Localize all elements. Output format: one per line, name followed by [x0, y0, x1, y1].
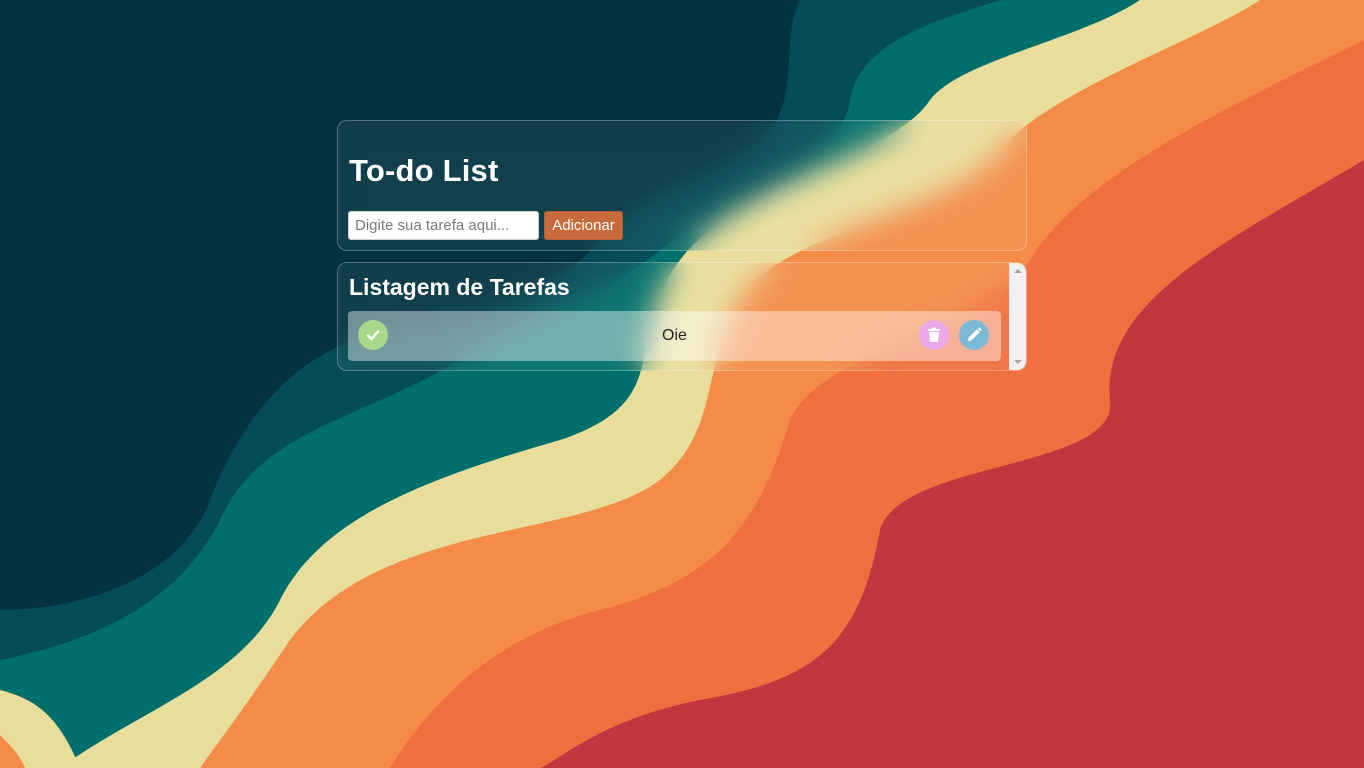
add-task-button[interactable]: Adicionar: [544, 211, 623, 240]
task-item: Oie: [348, 311, 1001, 361]
page-title: To-do List: [349, 153, 499, 188]
pencil-icon: [968, 327, 982, 341]
task-list-card: Listagem de Tarefas Oie: [337, 262, 1027, 371]
scroll-down-arrow[interactable]: [1010, 354, 1026, 370]
todo-form-card: To-do List Adicionar: [337, 120, 1027, 251]
scroll-up-arrow[interactable]: [1010, 263, 1026, 279]
task-text: Oie: [662, 327, 687, 344]
trash-icon: [928, 327, 940, 342]
delete-task-button[interactable]: [919, 320, 949, 350]
task-input[interactable]: [348, 211, 539, 240]
list-scrollbar[interactable]: [1009, 263, 1026, 370]
scroll-track: [1013, 280, 1023, 353]
triangle-down-icon: [1014, 360, 1022, 364]
triangle-up-icon: [1014, 269, 1022, 273]
list-title: Listagem de Tarefas: [349, 274, 570, 300]
wave-background: [0, 0, 1364, 768]
edit-task-button[interactable]: [959, 320, 989, 350]
